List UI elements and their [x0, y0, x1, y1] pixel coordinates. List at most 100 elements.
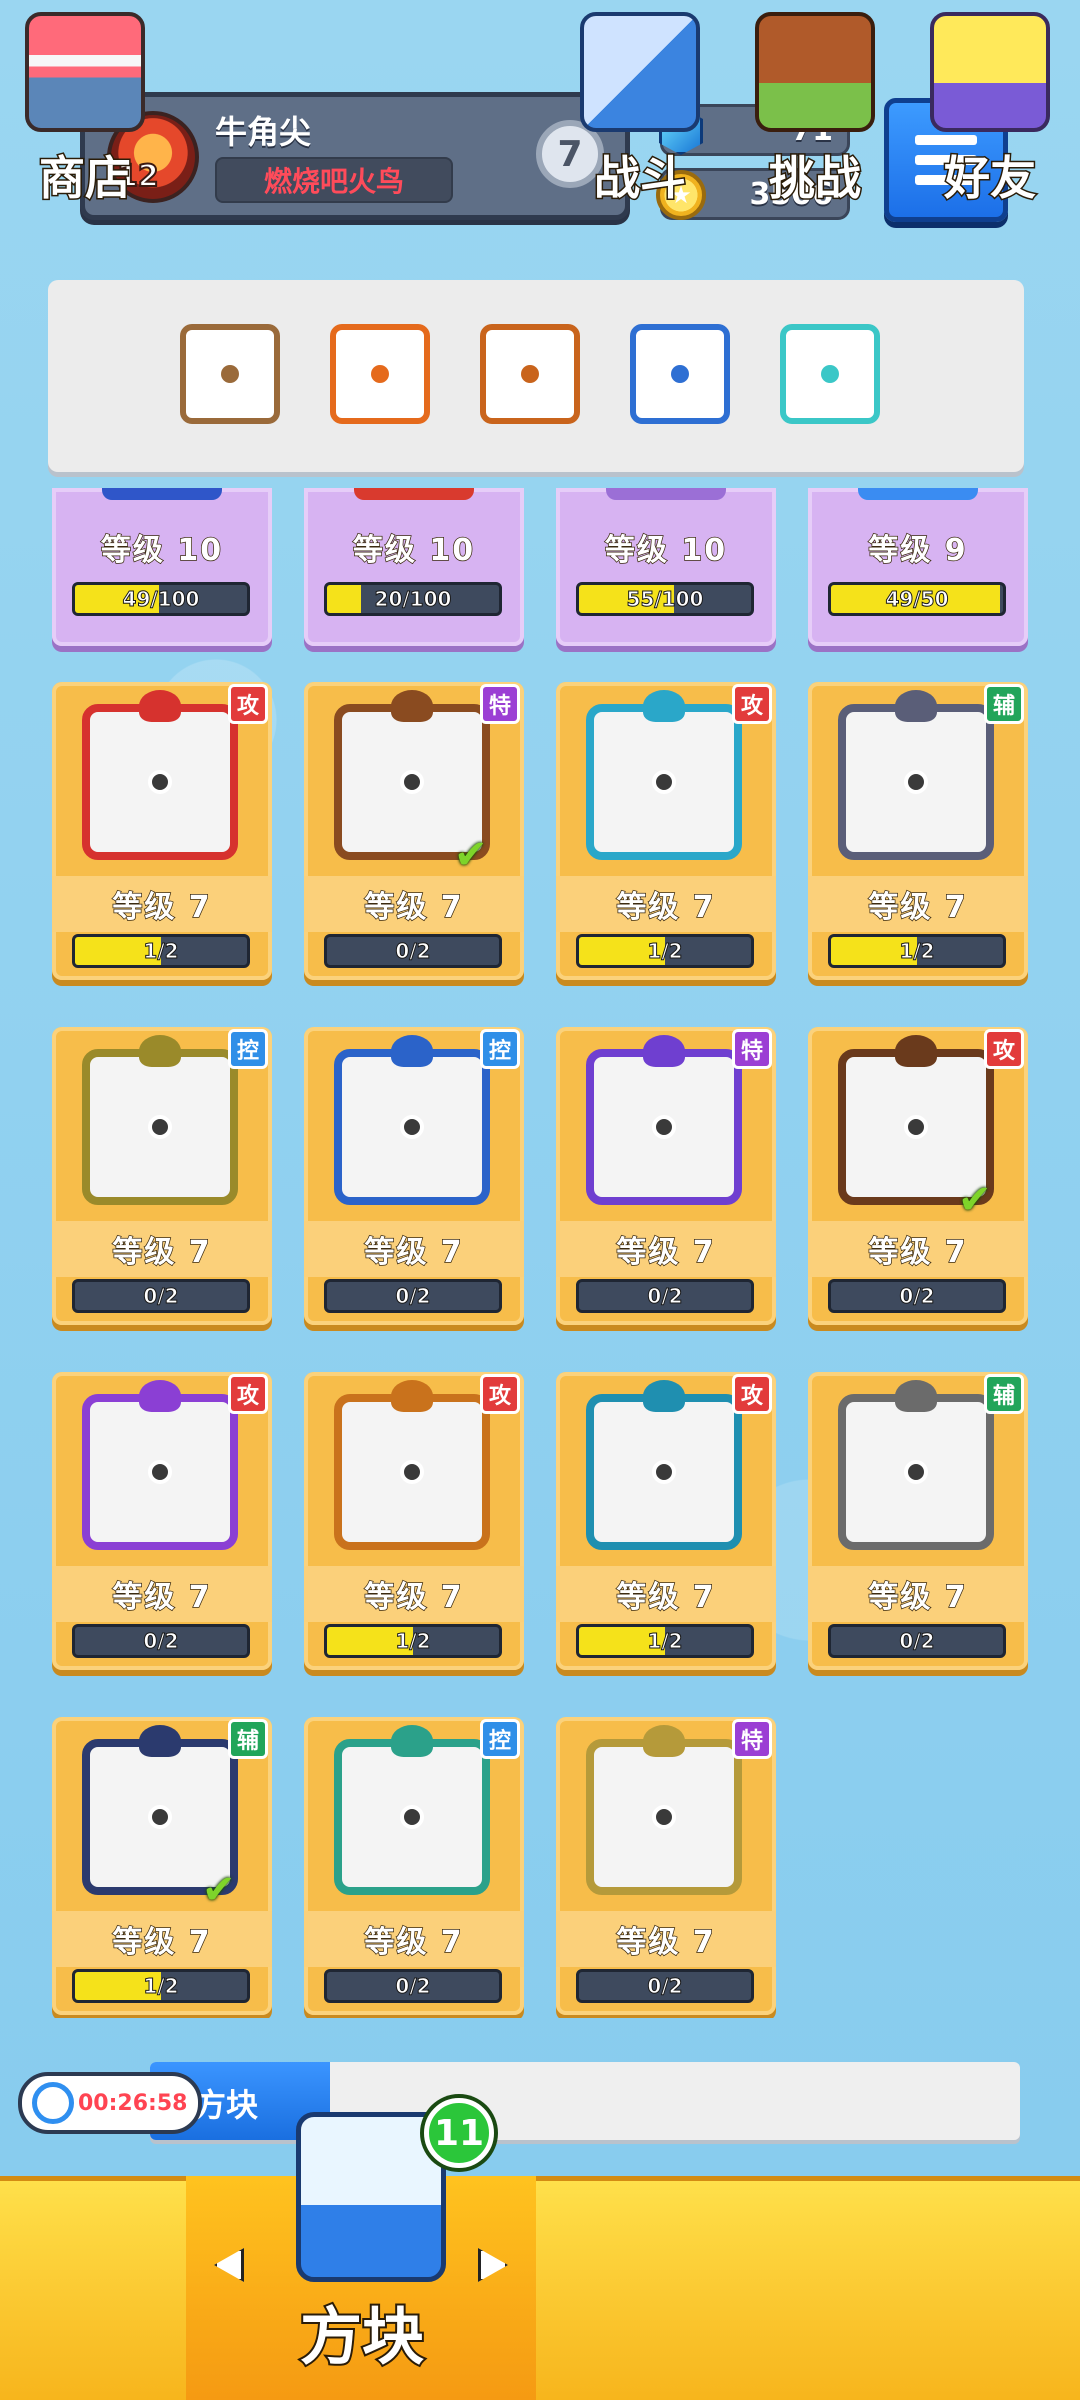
block-frame-stub	[858, 488, 978, 500]
block-card[interactable]: 攻 等级 7 1/2	[556, 1372, 776, 1670]
block-icon	[82, 1035, 238, 1205]
block-icon	[586, 690, 742, 860]
nav-blocks-label: 方块	[298, 2298, 426, 2375]
block-core-icon	[904, 1460, 928, 1484]
card-level-strip: 等级 7	[52, 1221, 272, 1277]
card-progress-text: 0/2	[395, 1284, 431, 1309]
block-type-tag: 辅	[984, 1374, 1024, 1414]
mystery-block-icon[interactable]	[180, 324, 280, 424]
card-progress-bar: 0/2	[828, 1624, 1006, 1658]
card-progress-text: 0/2	[647, 1284, 683, 1309]
block-type-tag: 攻	[984, 1029, 1024, 1069]
card-level-strip: 等级 7	[556, 1911, 776, 1967]
card-level: 等级 10	[100, 532, 224, 569]
card-progress-text: 0/2	[143, 1284, 179, 1309]
dragon-head-icon	[139, 1380, 181, 1412]
dragon-head-icon	[895, 1380, 937, 1412]
card-progress-text: 0/2	[899, 1629, 935, 1654]
block-type-tag: 控	[228, 1029, 268, 1069]
block-card[interactable]: 控 等级 7 0/2	[52, 1027, 272, 1325]
block-card[interactable]: 控 等级 7 0/2	[304, 1027, 524, 1325]
block-core-icon	[652, 1805, 676, 1829]
card-level-strip: 等级 10	[556, 522, 776, 572]
dragon-head-icon	[895, 690, 937, 722]
block-core-icon	[148, 1460, 172, 1484]
block-card[interactable]: 控 等级 7 0/2	[304, 1717, 524, 2015]
dragon-head-icon	[139, 1035, 181, 1067]
card-level-strip: 等级 7	[808, 876, 1028, 932]
card-progress-text: 1/2	[647, 939, 683, 964]
block-core-icon	[148, 1805, 172, 1829]
block-icon	[334, 1035, 490, 1205]
block-type-tag: 攻	[228, 684, 268, 724]
card-level: 等级 10	[604, 532, 728, 569]
card-level: 等级 9	[868, 532, 968, 569]
card-progress-text: 1/2	[143, 1974, 179, 1999]
block-card[interactable]: 特 等级 7 0/2	[556, 1027, 776, 1325]
block-card[interactable]: 特 ✔ 等级 7 0/2	[304, 682, 524, 980]
card-level: 等级 7	[868, 889, 968, 926]
card-progress-text: 1/2	[647, 1629, 683, 1654]
card-progress-bar: 1/2	[324, 1624, 502, 1658]
block-card[interactable]: 攻 等级 7 1/2	[52, 682, 272, 980]
card-progress-text: 20/100	[374, 587, 452, 612]
block-type-tag: 控	[480, 1719, 520, 1759]
block-card[interactable]: 辅 等级 7 0/2	[808, 1372, 1028, 1670]
block-card[interactable]: 特 等级 7 0/2	[556, 1717, 776, 2015]
nav-challenge[interactable]: 挑战	[730, 0, 900, 224]
dragon-head-icon	[391, 1035, 433, 1067]
block-card[interactable]: 等级 10 49/100	[52, 488, 272, 646]
block-card[interactable]: 攻 ✔ 等级 7 0/2	[808, 1027, 1028, 1325]
block-core-icon	[221, 365, 239, 383]
event-progress-strip[interactable]: 方块	[150, 2062, 1020, 2140]
crescent-moon-icon[interactable]	[630, 324, 730, 424]
card-progress-text: 1/2	[395, 1629, 431, 1654]
card-progress-text: 0/2	[899, 1284, 935, 1309]
card-level-strip: 等级 7	[304, 1911, 524, 1967]
dragon-head-icon	[139, 690, 181, 722]
block-card[interactable]: 辅 ✔ 等级 7 1/2	[52, 1717, 272, 2015]
card-progress-text: 0/2	[647, 1974, 683, 1999]
card-progress-bar: 0/2	[324, 934, 502, 968]
block-icon	[586, 1380, 742, 1550]
dragon-head-icon	[391, 1725, 433, 1757]
equipped-check-icon: ✔	[202, 1867, 236, 1913]
block-card[interactable]: 等级 9 49/50	[808, 488, 1028, 646]
block-collection-grid[interactable]: 等级 10 49/100 等级 10 20/100 等级 10 55/100 等…	[48, 488, 1032, 2018]
block-type-tag: 特	[732, 1719, 772, 1759]
player-name: 牛角尖	[215, 113, 312, 151]
card-progress-text: 49/50	[885, 587, 949, 612]
block-card[interactable]: 攻 等级 7 1/2	[556, 682, 776, 980]
card-level-strip: 等级 10	[52, 522, 272, 572]
nav-battle[interactable]: 战斗	[550, 0, 730, 224]
event-timer: 00:26:58	[18, 2072, 202, 2134]
block-card[interactable]: 等级 10 55/100	[556, 488, 776, 646]
block-type-tag: 攻	[732, 1374, 772, 1414]
card-level-strip: 等级 7	[808, 1566, 1028, 1622]
card-progress-bar: 1/2	[72, 934, 250, 968]
block-core-icon	[148, 770, 172, 794]
nav-friends[interactable]: 好友	[900, 0, 1080, 224]
dragon-head-icon	[643, 1035, 685, 1067]
shop-stall-icon	[25, 12, 145, 132]
rainbow-infinity-icon[interactable]	[480, 324, 580, 424]
block-core-icon	[400, 1115, 424, 1139]
block-core-icon	[904, 1115, 928, 1139]
card-level: 等级 7	[112, 889, 212, 926]
block-core-icon	[400, 770, 424, 794]
block-card[interactable]: 攻 等级 7 1/2	[304, 1372, 524, 1670]
block-card[interactable]: 攻 等级 7 0/2	[52, 1372, 272, 1670]
nav-shop[interactable]: 商店	[0, 0, 170, 224]
blocks-notification-badge: 11	[424, 2098, 494, 2168]
block-card[interactable]: 等级 10 20/100	[304, 488, 524, 646]
block-icon	[586, 1035, 742, 1205]
block-core-icon	[652, 770, 676, 794]
card-level: 等级 7	[364, 1234, 464, 1271]
ice-burst-icon[interactable]	[780, 324, 880, 424]
card-level-strip: 等级 7	[304, 876, 524, 932]
equipped-check-icon: ✔	[454, 832, 488, 878]
card-level-strip: 等级 7	[52, 876, 272, 932]
block-card[interactable]: 辅 等级 7 1/2	[808, 682, 1028, 980]
bottom-navigation	[0, 2176, 1080, 2400]
fire-blade-icon[interactable]	[330, 324, 430, 424]
